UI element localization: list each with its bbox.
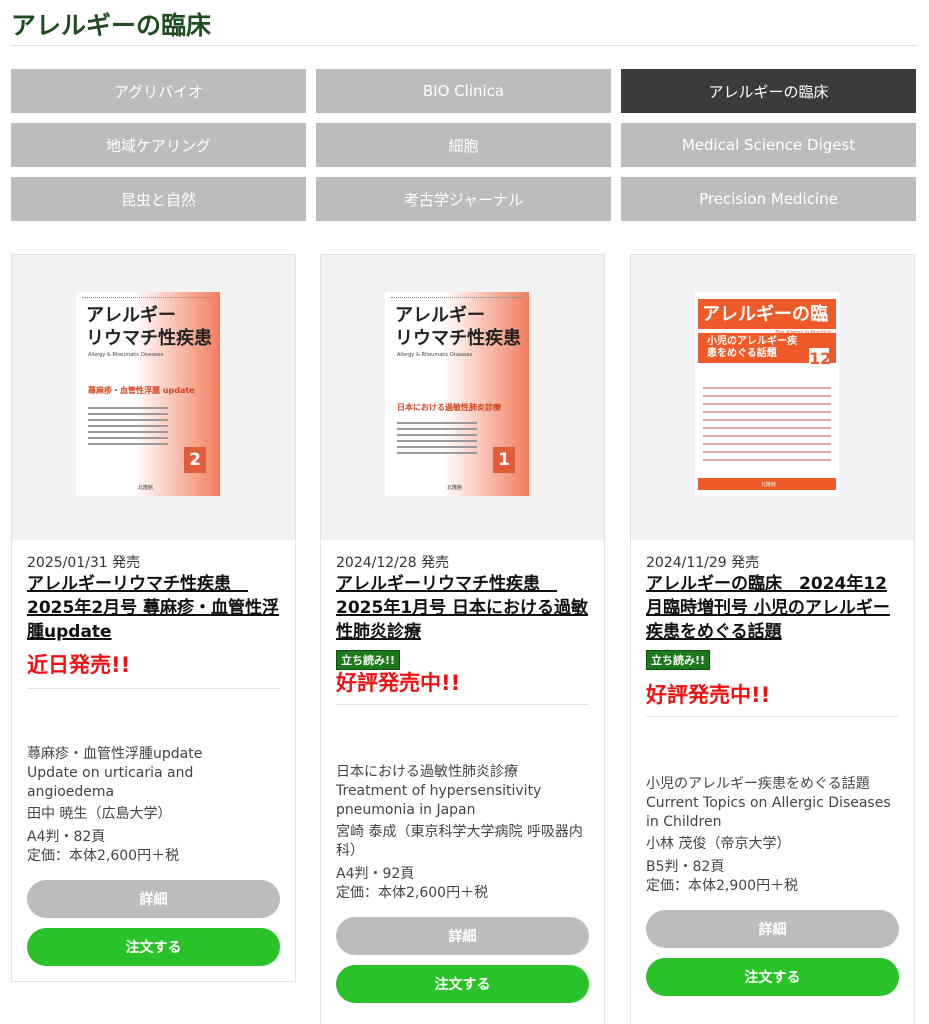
cover-feature: 小児のアレルギー疾患をめぐる話題 xyxy=(707,336,797,359)
description-ja: 小児のアレルギー疾患をめぐる話題 xyxy=(646,776,870,792)
page-title: アレルギーの臨床 xyxy=(11,11,212,40)
divider xyxy=(27,688,280,689)
preview-badge[interactable]: 立ち読み!! xyxy=(646,650,711,670)
cover-image[interactable]: アレルギー リウマチ性疾患 Allergy & Rheumatic Disease… xyxy=(385,292,529,496)
nav-item-insects-nature[interactable]: 昆虫と自然 xyxy=(11,177,306,221)
nav-item-community-care[interactable]: 地域ケアリング xyxy=(11,123,306,167)
product-card: アレルギーの臨床 The Allergy in Practice 小児のアレルギ… xyxy=(630,254,915,1024)
nav-item-cell[interactable]: 細胞 xyxy=(316,123,611,167)
order-button[interactable]: 注文する xyxy=(27,928,280,966)
cover-contents xyxy=(397,422,477,458)
product-card: アレルギー リウマチ性疾患 Allergy & Rheumatic Disease… xyxy=(320,254,605,1024)
cover-feature: 日本における過敏性肺炎診療 xyxy=(397,403,501,412)
cover-subtitle: Allergy & Rheumatic Diseases xyxy=(397,352,473,358)
cover-image[interactable]: アレルギー リウマチ性疾患 Allergy & Rheumatic Disease… xyxy=(76,292,220,496)
order-button[interactable]: 注文する xyxy=(646,958,899,996)
cover-publisher: 北隆館 xyxy=(447,485,463,491)
book-size: A4判・92頁 xyxy=(336,866,415,882)
nav-item-agribio[interactable]: アグリバイオ xyxy=(11,69,306,113)
book-price: 定価：本体2,600円＋税 xyxy=(27,848,180,864)
divider xyxy=(336,704,589,705)
status-label: 好評発売中!! xyxy=(336,671,461,695)
cover-feature: 蕁麻疹・血管性浮腫 update xyxy=(88,386,195,395)
nav-item-precision-medicine[interactable]: Precision Medicine xyxy=(621,177,916,221)
cover-image[interactable]: アレルギーの臨床 The Allergy in Practice 小児のアレルギ… xyxy=(695,292,839,496)
book-title-link[interactable]: アレルギーリウマチ性疾患 2025年1月号 日本における過敏性肺炎診療 xyxy=(336,572,589,644)
description-en: Treatment of hypersensitivity pneumonia … xyxy=(336,783,542,818)
detail-button[interactable]: 詳細 xyxy=(336,917,589,955)
detail-button[interactable]: 詳細 xyxy=(27,880,280,918)
cover-issue-number: 2 xyxy=(184,447,206,473)
release-date: 2024/12/28 発売 xyxy=(336,555,450,571)
title-divider xyxy=(11,45,917,46)
book-size: A4判・82頁 xyxy=(27,829,106,845)
release-date: 2025/01/31 発売 xyxy=(27,555,141,571)
status-label: 好評発売中!! xyxy=(646,683,771,707)
nav-item-bio-clinica[interactable]: BIO Clinica xyxy=(316,69,611,113)
nav-item-allergy-clinic[interactable]: アレルギーの臨床 xyxy=(621,69,916,113)
cover-issue-number: 12 xyxy=(809,348,832,370)
cover-issue-number: 1 xyxy=(493,447,515,473)
author: 小林 茂俊（帝京大学） xyxy=(646,836,791,852)
author: 田中 暁生（広島大学） xyxy=(27,806,172,822)
cover-contents xyxy=(88,407,168,449)
author: 宮崎 泰成（東京科学大学病院 呼吸器内科） xyxy=(336,824,583,859)
cover-contents xyxy=(703,387,831,467)
cover-title: アレルギー リウマチ性疾患 xyxy=(86,305,212,349)
order-button[interactable]: 注文する xyxy=(336,965,589,1003)
detail-button[interactable]: 詳細 xyxy=(646,910,899,948)
status-label: 近日発売!! xyxy=(27,653,131,677)
nav-item-medical-science-digest[interactable]: Medical Science Digest xyxy=(621,123,916,167)
book-title-link[interactable]: アレルギーの臨床 2024年12月臨時増刊号 小児のアレルギー疾患をめぐる話題 xyxy=(646,572,899,644)
journal-nav: アグリバイオ BIO Clinica アレルギーの臨床 地域ケアリング 細胞 M… xyxy=(11,69,917,221)
cover-subtitle: Allergy & Rheumatic Diseases xyxy=(88,352,164,358)
cover-area: アレルギーの臨床 The Allergy in Practice 小児のアレルギ… xyxy=(631,255,914,540)
book-price: 定価：本体2,600円＋税 xyxy=(336,885,489,901)
description-ja: 蕁麻疹・血管性浮腫update xyxy=(27,746,203,762)
product-card: アレルギー リウマチ性疾患 Allergy & Rheumatic Disease… xyxy=(11,254,296,982)
preview-badge[interactable]: 立ち読み!! xyxy=(336,650,401,670)
cover-title: アレルギー リウマチ性疾患 xyxy=(395,305,521,349)
nav-item-archaeology-journal[interactable]: 考古学ジャーナル xyxy=(316,177,611,221)
cover-publisher: 北隆館 xyxy=(138,485,154,491)
book-title-link[interactable]: アレルギーリウマチ性疾患 2025年2月号 蕁麻疹・血管性浮腫update xyxy=(27,572,280,644)
divider xyxy=(646,716,899,717)
release-date: 2024/11/29 発売 xyxy=(646,555,760,571)
description-en: Current Topics on Allergic Diseases in C… xyxy=(646,795,891,830)
description-ja: 日本における過敏性肺炎診療 xyxy=(336,764,518,780)
book-price: 定価：本体2,900円＋税 xyxy=(646,878,799,894)
cover-area: アレルギー リウマチ性疾患 Allergy & Rheumatic Disease… xyxy=(12,255,295,540)
book-size: B5判・82頁 xyxy=(646,859,725,875)
description-en: Update on urticaria and angioedema xyxy=(27,765,194,800)
cover-publisher: 北隆館 xyxy=(761,482,777,488)
cover-area: アレルギー リウマチ性疾患 Allergy & Rheumatic Disease… xyxy=(321,255,604,540)
